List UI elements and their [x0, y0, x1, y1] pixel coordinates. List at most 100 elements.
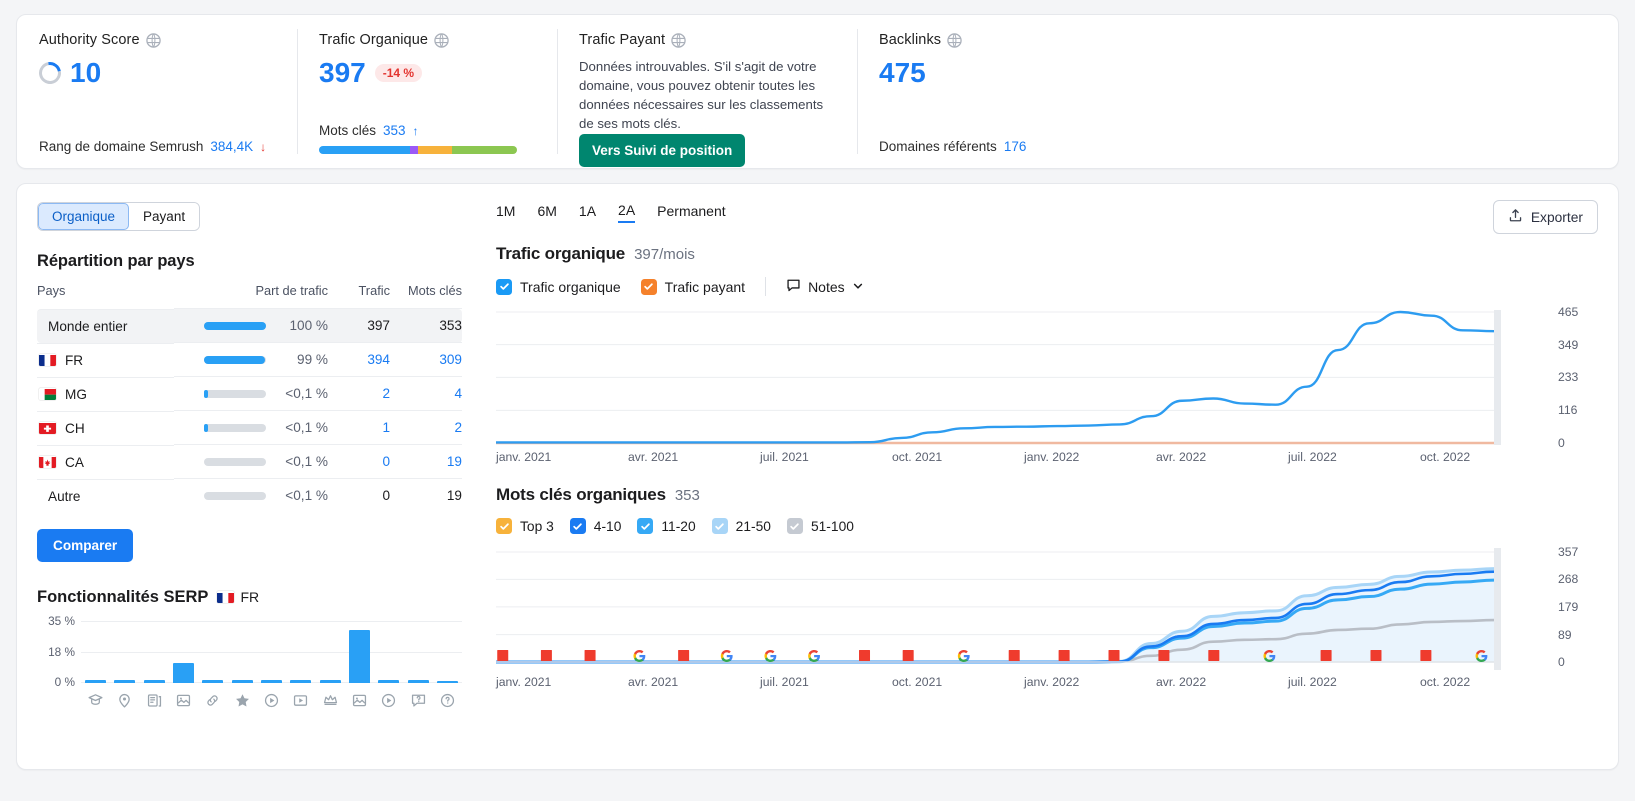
note-marker-flag[interactable] — [1058, 650, 1070, 661]
note-marker-flag[interactable] — [859, 650, 871, 661]
compare-button[interactable]: Comparer — [37, 528, 134, 562]
export-button[interactable]: Exporter — [1492, 200, 1598, 234]
video-icon[interactable] — [263, 692, 280, 709]
featured-video-icon[interactable] — [292, 692, 309, 709]
traffic-value[interactable]: 2 — [328, 376, 390, 411]
note-marker-flag[interactable] — [678, 650, 690, 661]
range-6m[interactable]: 6M — [537, 203, 556, 222]
x-tick: janv. 2022 — [1024, 450, 1080, 464]
serp-bar-featured-video[interactable] — [290, 680, 312, 683]
checkbox-icon[interactable] — [786, 518, 803, 534]
keywords-value[interactable]: 19 — [390, 444, 462, 479]
serp-bar-slot — [81, 621, 110, 683]
traffic-value[interactable]: 394 — [328, 342, 390, 377]
note-marker-flag[interactable] — [497, 650, 509, 661]
link-icon[interactable] — [204, 692, 221, 709]
local-pack-icon[interactable] — [116, 692, 133, 709]
note-marker-flag[interactable] — [1108, 650, 1120, 661]
range-1m[interactable]: 1M — [496, 203, 515, 222]
keywords-value[interactable]: 2 — [390, 410, 462, 445]
globe-icon — [434, 32, 449, 48]
faq-icon[interactable] — [410, 692, 427, 709]
serp-bar-instant-answer[interactable] — [85, 680, 107, 683]
video-carousel-icon[interactable] — [380, 692, 397, 709]
traffic-value[interactable]: 0 — [328, 444, 390, 479]
note-marker-google[interactable] — [633, 650, 646, 662]
domain-rank-value[interactable]: 384,4K — [210, 139, 253, 154]
legend-top-3[interactable]: Top 3 — [496, 518, 554, 534]
legend-11-20[interactable]: 11-20 — [637, 518, 696, 534]
serp-bar-faq[interactable] — [407, 680, 429, 683]
checkbox-icon[interactable] — [711, 518, 728, 534]
legend-trafic-payant[interactable]: Trafic payant — [640, 278, 745, 295]
note-marker-flag[interactable] — [584, 650, 596, 661]
note-marker-google[interactable] — [764, 650, 777, 662]
top-stories-icon[interactable] — [322, 692, 339, 709]
table-row[interactable]: CA <0,1 % 0 19 — [37, 444, 462, 479]
checkbox-icon[interactable] — [637, 518, 654, 534]
legend-51-100[interactable]: 51-100 — [786, 518, 854, 534]
serp-bar-video-carousel[interactable] — [378, 680, 400, 683]
share-track — [204, 389, 266, 398]
tab-organique[interactable]: Organique — [38, 203, 130, 230]
note-marker-flag[interactable] — [540, 650, 552, 661]
organic-traffic-title: Trafic Organique — [319, 32, 535, 48]
range-2a[interactable]: 2A — [618, 202, 636, 223]
serp-y-axis: 35 % 18 % 0 % — [37, 614, 81, 689]
keywords-value[interactable]: 309 — [390, 342, 462, 377]
reviews-icon[interactable] — [234, 692, 251, 709]
column-header-traffic-share: Part de trafic — [255, 283, 328, 298]
legend-4-10[interactable]: 4-10 — [569, 518, 621, 534]
table-row[interactable]: Monde entier 100 % 397 353 — [37, 308, 462, 343]
images-icon[interactable] — [351, 692, 368, 709]
serp-icon-slot — [198, 692, 227, 709]
note-marker-flag[interactable] — [1420, 650, 1432, 661]
note-marker-flag[interactable] — [1370, 650, 1382, 661]
referring-domains-value[interactable]: 176 — [1004, 139, 1027, 154]
serp-icon-slot — [140, 692, 169, 709]
note-marker-flag[interactable] — [1008, 650, 1020, 661]
note-marker-google[interactable] — [808, 650, 820, 662]
checkbox-icon[interactable] — [640, 278, 657, 295]
checkbox-icon[interactable] — [496, 518, 512, 534]
range-permanent[interactable]: Permanent — [657, 203, 725, 222]
table-row[interactable]: MG <0,1 % 2 4 — [37, 376, 462, 411]
serp-bar-local-pack[interactable] — [114, 680, 136, 683]
country-cell: CH — [37, 410, 174, 445]
keywords-value[interactable]: 4 — [390, 376, 462, 411]
note-marker-flag[interactable] — [1158, 650, 1170, 661]
table-row[interactable]: FR 99 % 394 309 — [37, 342, 462, 377]
note-marker-flag[interactable] — [902, 650, 914, 661]
tab-payant[interactable]: Payant — [129, 203, 200, 230]
table-row[interactable]: CH <0,1 % 1 2 — [37, 410, 462, 445]
serp-bar-video[interactable] — [261, 680, 283, 683]
position-tracking-button[interactable]: Vers Suivi de position — [579, 133, 746, 167]
checkbox-icon[interactable] — [496, 278, 512, 295]
organic-keywords-value[interactable]: 353 — [383, 123, 406, 138]
notes-dropdown[interactable]: Notes — [786, 278, 864, 296]
table-row[interactable]: Autre <0,1 % 0 19 — [37, 478, 462, 513]
range-1a[interactable]: 1A — [579, 203, 596, 222]
legend-21-50[interactable]: 21-50 — [711, 518, 771, 534]
serp-bar-images[interactable] — [348, 630, 370, 683]
traffic-type-tabs[interactable]: Organique Payant — [37, 202, 201, 231]
checkbox-icon[interactable] — [569, 518, 586, 534]
serp-bar-reviews[interactable] — [231, 680, 253, 683]
note-marker-flag[interactable] — [1320, 650, 1332, 661]
people-also-ask-icon[interactable] — [439, 692, 456, 709]
traffic-value[interactable]: 1 — [328, 410, 390, 445]
time-range-selector[interactable]: 1M 6M 1A 2A Permanent — [496, 202, 1598, 223]
legend-trafic-organique[interactable]: Trafic organique — [496, 278, 621, 295]
serp-bar-link[interactable] — [202, 680, 224, 683]
serp-bar-top-stories[interactable] — [319, 680, 341, 683]
serp-bars — [81, 621, 462, 683]
note-marker-google[interactable] — [957, 650, 970, 662]
serp-bar-people-also-ask[interactable] — [436, 680, 458, 683]
note-marker-google[interactable] — [720, 650, 733, 662]
sitelinks-icon[interactable] — [146, 692, 163, 709]
note-marker-flag[interactable] — [1208, 650, 1220, 661]
serp-bar-sitelinks[interactable] — [143, 680, 165, 683]
image-pack-icon[interactable] — [175, 692, 192, 709]
instant-answer-icon[interactable] — [87, 692, 104, 709]
serp-bar-image-pack[interactable] — [173, 663, 195, 683]
